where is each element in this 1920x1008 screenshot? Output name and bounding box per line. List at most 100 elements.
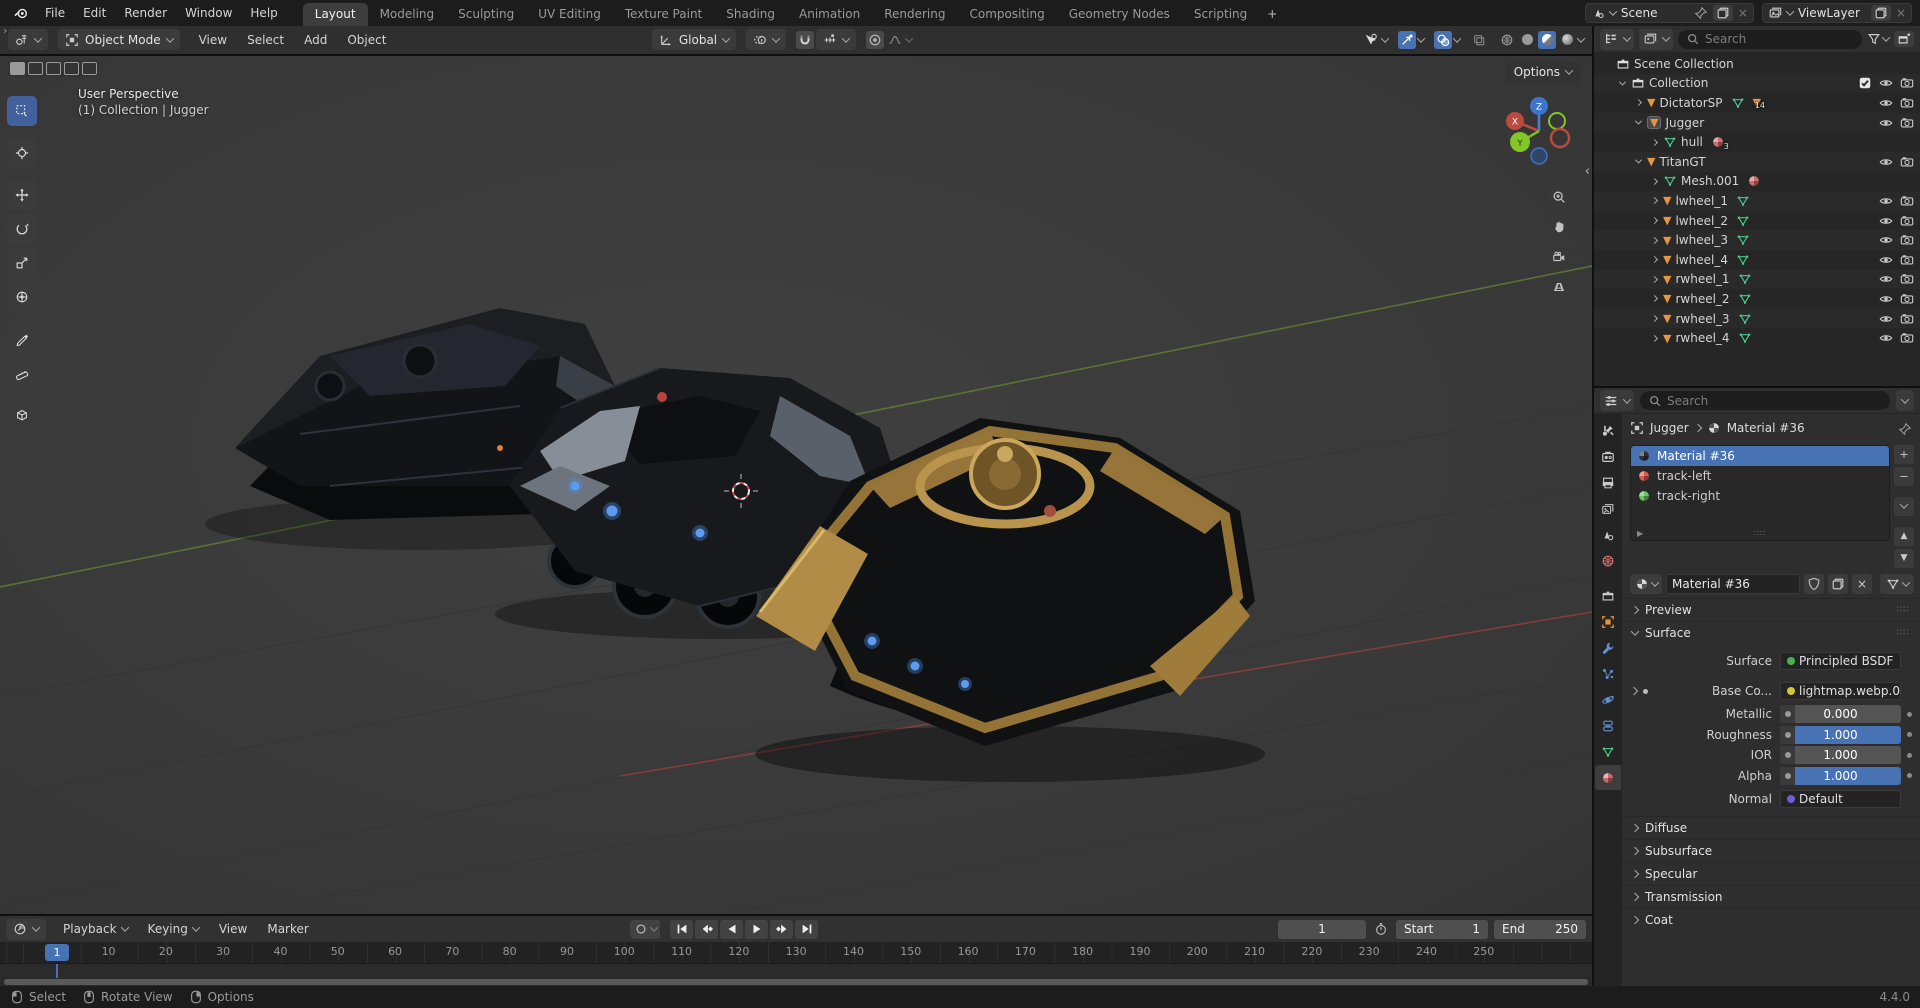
properties-search[interactable] (1640, 391, 1890, 410)
playhead[interactable] (56, 964, 58, 978)
material-name-field[interactable]: Material #36 (1666, 574, 1800, 594)
browse-material-button[interactable] (1630, 574, 1662, 594)
workspace-tab-compositing[interactable]: Compositing (957, 3, 1056, 26)
animate-decorator[interactable] (1907, 712, 1912, 717)
properties-tab-modifiers[interactable] (1595, 635, 1621, 660)
tool-annotate[interactable] (7, 324, 37, 354)
hide-eye-icon[interactable] (1879, 253, 1893, 267)
properties-tab-physics[interactable] (1595, 687, 1621, 712)
outliner-row[interactable]: ▼TitanGT (1594, 152, 1920, 172)
normal-field[interactable]: Default (1780, 790, 1901, 808)
timeline-menu-keying[interactable]: Keying (139, 919, 208, 939)
tool-rotate[interactable] (7, 214, 37, 244)
tool-add-cube[interactable] (7, 400, 37, 430)
panel-transmission[interactable]: Transmission (1622, 885, 1920, 908)
breadcrumb-material[interactable]: Material #36 (1727, 421, 1805, 435)
hide-eye-icon[interactable] (1879, 116, 1893, 130)
current-frame-badge[interactable]: 1 (45, 944, 69, 961)
pin-id-icon[interactable] (1898, 421, 1912, 436)
scene-dropdown-icon[interactable] (1609, 7, 1617, 15)
tool-select-box[interactable] (7, 96, 37, 126)
proportional-editing-toggle[interactable] (866, 31, 884, 49)
scene-selector[interactable]: Scene × (1585, 3, 1754, 23)
slot-move-up-button[interactable]: ▲ (1894, 527, 1914, 546)
workspace-tab-scripting[interactable]: Scripting (1182, 3, 1259, 26)
animate-decorator[interactable] (1907, 753, 1912, 758)
viewport-menu-add[interactable]: Add (295, 30, 336, 50)
menu-help[interactable]: Help (241, 3, 286, 23)
outliner-item-label[interactable]: TitanGT (1659, 155, 1705, 169)
viewlayer-name[interactable]: ViewLayer (1798, 6, 1866, 20)
properties-tab-world[interactable] (1595, 548, 1621, 573)
outliner-row[interactable]: ▼lwheel_2 (1594, 211, 1920, 231)
hide-eye-icon[interactable] (1879, 214, 1893, 228)
outliner-row[interactable]: ▼rwheel_1 (1594, 270, 1920, 290)
workspace-tab-uv-editing[interactable]: UV Editing (526, 3, 613, 26)
timeline-menu-playback[interactable]: Playback (54, 919, 137, 939)
outliner-item-label[interactable]: Collection (1649, 76, 1708, 90)
disable-render-icon[interactable] (1900, 253, 1914, 267)
outliner-editor-type-button[interactable] (1600, 29, 1634, 50)
show-gizmo-toggle[interactable] (1398, 31, 1416, 49)
timeline-editor-type-button[interactable] (6, 919, 46, 940)
ior-slider[interactable]: 1.000 (1780, 746, 1901, 764)
preview-range-icon[interactable] (1372, 920, 1390, 938)
tool-scale[interactable] (7, 248, 37, 278)
outliner-item-label[interactable]: lwheel_1 (1675, 194, 1728, 208)
select-intersect-button[interactable] (82, 62, 97, 75)
new-scene-button[interactable] (1713, 5, 1733, 21)
menu-file[interactable]: File (36, 3, 74, 23)
outliner-row[interactable]: ▼DictatorSP▼14 (1594, 93, 1920, 113)
current-frame-field[interactable]: 1 (1278, 920, 1366, 939)
scene-name[interactable]: Scene (1621, 6, 1689, 20)
timeline-ruler[interactable]: 1 10203040506070809010011012013014015016… (0, 942, 1592, 964)
outliner-row[interactable]: hull3 (1594, 132, 1920, 152)
breadcrumb-object[interactable]: Jugger (1650, 421, 1689, 435)
zoom-view-button[interactable] (1546, 184, 1572, 210)
properties-tab-view-layer[interactable] (1595, 496, 1621, 521)
outliner-item-label[interactable]: lwheel_2 (1675, 214, 1728, 228)
outliner-item-label[interactable]: DictatorSP (1659, 96, 1722, 110)
play-reverse-button[interactable] (720, 920, 743, 939)
disable-render-icon[interactable] (1900, 116, 1914, 130)
shading-material-preview-button[interactable] (1538, 31, 1556, 49)
properties-tab-material[interactable] (1595, 765, 1621, 790)
workspace-tab-rendering[interactable]: Rendering (872, 3, 957, 26)
play-button[interactable] (745, 920, 768, 939)
hide-eye-icon[interactable] (1879, 194, 1893, 208)
material-slot[interactable]: track-left (1631, 466, 1889, 486)
metallic-slider[interactable]: 0.000 (1780, 705, 1901, 723)
new-material-button[interactable] (1828, 574, 1848, 594)
properties-tab-output[interactable] (1595, 470, 1621, 495)
disable-render-icon[interactable] (1900, 331, 1914, 345)
outliner-item-label[interactable]: Mesh.001 (1681, 174, 1739, 188)
hide-eye-icon[interactable] (1879, 272, 1893, 286)
outliner-item-label[interactable]: rwheel_1 (1675, 272, 1729, 286)
shading-rendered-button[interactable] (1558, 31, 1576, 49)
outliner-row[interactable]: ▼rwheel_3 (1594, 309, 1920, 329)
editor-type-button[interactable] (8, 29, 48, 50)
pin-icon[interactable] (1694, 6, 1708, 21)
panel-subsurface[interactable]: Subsurface (1622, 839, 1920, 862)
workspace-tab-sculpting[interactable]: Sculpting (446, 3, 526, 26)
menu-edit[interactable]: Edit (74, 3, 115, 23)
new-collection-button[interactable] (1894, 31, 1914, 47)
transform-orientation-selector[interactable]: Global (652, 29, 736, 50)
outliner-row[interactable]: ▼Jugger (1594, 113, 1920, 133)
properties-search-input[interactable] (1667, 394, 1882, 408)
unlink-scene-button[interactable]: × (1738, 6, 1748, 20)
animate-decorator[interactable] (1907, 773, 1912, 778)
tool-transform[interactable] (7, 282, 37, 312)
disable-render-icon[interactable] (1900, 96, 1914, 110)
outliner-item-label[interactable]: rwheel_3 (1675, 312, 1729, 326)
start-frame-field[interactable]: Start1 (1396, 920, 1488, 939)
pan-view-button[interactable] (1546, 214, 1572, 240)
viewport-menu-object[interactable]: Object (338, 30, 395, 50)
workspace-tab-texture-paint[interactable]: Texture Paint (613, 3, 714, 26)
outliner-search-input[interactable] (1705, 32, 1854, 46)
viewport-menu-select[interactable]: Select (238, 30, 293, 50)
timeline-track-area[interactable] (0, 964, 1592, 978)
properties-options-button[interactable] (1896, 390, 1914, 411)
viewport-canvas[interactable]: User Perspective (1) Collection | Jugger… (0, 56, 1592, 914)
fake-user-button[interactable] (1804, 574, 1824, 594)
